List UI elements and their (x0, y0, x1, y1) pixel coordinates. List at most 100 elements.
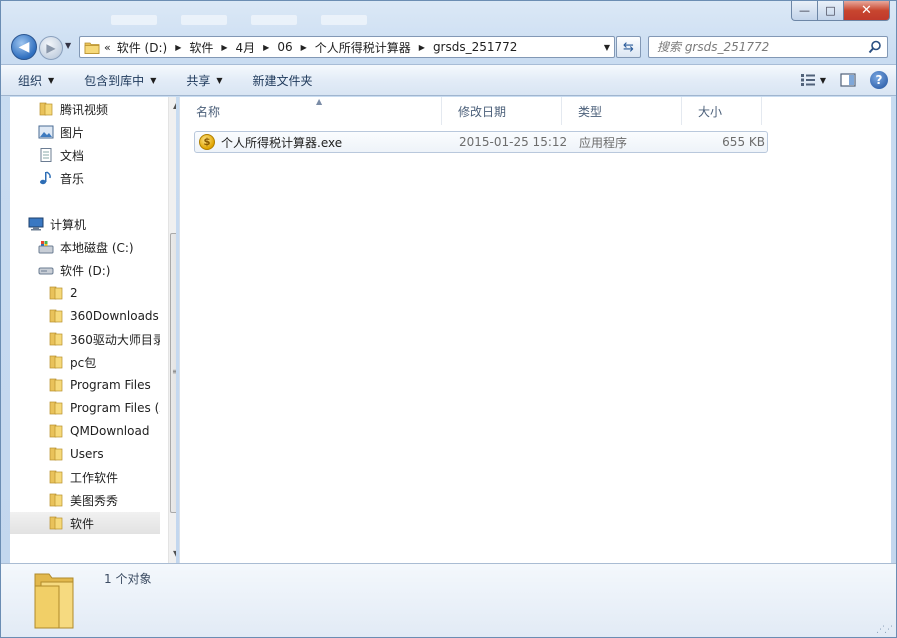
minimize-icon: — (799, 4, 810, 17)
breadcrumb-item[interactable]: 软件 (189, 39, 213, 56)
chevron-down-icon: ▼ (150, 75, 157, 85)
nav-item-label: 工作软件 (70, 470, 119, 485)
nav-item-label: 美图秀秀 (70, 493, 119, 508)
nav-item-meitu[interactable]: 美图秀秀 (10, 489, 160, 511)
details-pane: 1 个对象 ⋰⋰ (1, 563, 896, 637)
nav-item-folder-2[interactable]: 2 (10, 282, 160, 304)
nav-item-documents[interactable]: 文档 (10, 144, 160, 166)
column-header-modified[interactable]: 修改日期 (442, 97, 562, 125)
breadcrumb-chevron-icon[interactable]: ▶ (301, 43, 307, 52)
nav-item-pictures[interactable]: 图片 (10, 121, 160, 143)
chevron-down-icon: ▼ (65, 41, 72, 50)
view-options-dropdown-icon[interactable]: ▼ (820, 76, 826, 85)
folder-icon (49, 470, 63, 484)
nav-item-label: 软件 (70, 516, 95, 531)
folder-icon (49, 309, 63, 323)
breadcrumb-item[interactable]: grsds_251772 (433, 40, 517, 54)
nav-item-users[interactable]: Users (10, 443, 160, 465)
nav-item-label: 360Downloads (70, 309, 159, 323)
scroll-down-icon[interactable]: ▼ (173, 549, 176, 558)
window-controls: — □ ✕ (791, 1, 890, 21)
share-label: 共享 (186, 73, 211, 88)
help-icon[interactable]: ? (870, 71, 888, 89)
address-history-dropdown-icon[interactable]: ▼ (604, 43, 610, 52)
back-button[interactable]: ◀ (11, 34, 37, 60)
folder-icon (49, 286, 63, 300)
folder-icon (49, 516, 63, 530)
navigation-pane-scrollbar[interactable]: ▲ ≡ ▼ (168, 97, 176, 563)
breadcrumb-chevron-icon[interactable]: ▶ (419, 43, 425, 52)
view-options-icon[interactable] (800, 73, 816, 87)
refresh-button[interactable]: ⇆ (616, 36, 641, 58)
nav-item-program-files-x86[interactable]: Program Files (x86) (10, 397, 160, 419)
folder-icon (49, 332, 63, 346)
recent-pages-dropdown[interactable]: ▼ (65, 41, 71, 50)
ghost-tab (251, 15, 297, 25)
nav-item-program-files[interactable]: Program Files (10, 374, 160, 396)
arrow-left-icon: ◀ (18, 39, 30, 55)
breadcrumb-chevron-icon[interactable]: ▶ (175, 43, 181, 52)
drive-icon (38, 267, 54, 275)
breadcrumb-item[interactable]: 个人所得税计算器 (315, 39, 411, 56)
organize-button[interactable]: 组织 ▼ (18, 72, 54, 89)
folder-icon (84, 42, 100, 54)
search-icon[interactable] (868, 40, 882, 54)
new-folder-button[interactable]: 新建文件夹 (253, 72, 313, 89)
nav-item-360-driver-master[interactable]: 360驱动大师目录 (10, 328, 160, 350)
chevron-down-icon: ▼ (48, 75, 55, 85)
nav-item-label: Program Files (x86) (70, 401, 160, 415)
folder-icon (49, 378, 63, 392)
breadcrumb-overflow-button[interactable]: « (104, 41, 111, 54)
new-folder-label: 新建文件夹 (252, 73, 313, 88)
share-button[interactable]: 共享 ▼ (186, 72, 222, 89)
command-bar: 组织 ▼ 包含到库中 ▼ 共享 ▼ 新建文件夹 ▼ ? (1, 64, 896, 96)
breadcrumb-chevron-icon[interactable]: ▶ (221, 43, 227, 52)
close-button[interactable]: ✕ (844, 1, 890, 21)
file-row[interactable]: $ 个人所得税计算器.exe 2015-01-25 15:12 应用程序 655… (194, 131, 768, 153)
column-header-size[interactable]: 大小 (682, 97, 762, 125)
forward-button[interactable]: ▶ (39, 36, 63, 60)
column-header-name[interactable]: 名称 (180, 97, 442, 125)
music-icon (40, 171, 51, 185)
nav-item-music[interactable]: 音乐 (10, 167, 160, 189)
address-bar[interactable]: « 软件 (D:) ▶ 软件 ▶ 4月 ▶ 06 ▶ 个人所得税计算器 ▶ gr… (79, 36, 615, 58)
breadcrumb-chevron-icon[interactable]: ▶ (263, 43, 269, 52)
folder-icon (49, 355, 63, 369)
nav-item-label: 腾讯视频 (60, 102, 109, 117)
maximize-button[interactable]: □ (818, 1, 844, 21)
nav-item-drive-d[interactable]: 软件 (D:) (10, 259, 160, 281)
scrollbar-grip-icon: ≡ (172, 367, 176, 376)
column-header-type[interactable]: 类型 (562, 97, 682, 125)
nav-item-computer[interactable]: 计算机 (10, 213, 160, 235)
file-modified: 2015-01-25 15:12 (459, 135, 568, 149)
explorer-window: — □ ✕ ◀ ▶ ▼ « 软件 (D:) ▶ 软件 ▶ 4月 ▶ 06 ▶ 个… (0, 0, 897, 638)
resize-grip-icon[interactable]: ⋰⋰ (876, 625, 893, 635)
scroll-up-icon[interactable]: ▲ (173, 101, 176, 110)
nav-item-label: Users (70, 447, 104, 461)
file-type: 应用程序 (579, 135, 628, 150)
nav-item-tencent-video[interactable]: 腾讯视频 (10, 98, 160, 120)
folder-icon (49, 493, 63, 507)
nav-item-qmdownload[interactable]: QMDownload (10, 420, 160, 442)
preview-pane-icon[interactable] (840, 73, 856, 87)
nav-item-software[interactable]: 软件 (10, 512, 160, 534)
maximize-icon: □ (825, 4, 836, 17)
include-in-library-button[interactable]: 包含到库中 ▼ (84, 72, 156, 89)
documents-icon (40, 148, 52, 162)
nav-item-label: 360驱动大师目录 (70, 332, 160, 347)
file-list-pane: ▲ 名称 修改日期 类型 大小 $ 个人所得税计算器.exe 2015-01-2… (179, 97, 891, 563)
nav-item-pc-package[interactable]: pc包 (10, 351, 160, 373)
nav-item-label: 2 (70, 286, 78, 300)
nav-item-360downloads[interactable]: 360Downloads (10, 305, 160, 327)
nav-item-drive-c[interactable]: 本地磁盘 (C:) (10, 236, 160, 258)
nav-item-label: 图片 (60, 125, 85, 140)
search-input[interactable] (649, 37, 859, 57)
breadcrumb-item[interactable]: 软件 (D:) (117, 39, 167, 56)
breadcrumb-item[interactable]: 06 (277, 40, 292, 54)
breadcrumb-item[interactable]: 4月 (236, 39, 256, 56)
arrow-right-icon: ▶ (46, 41, 56, 55)
file-name: 个人所得税计算器.exe (221, 135, 343, 150)
nav-item-work-software[interactable]: 工作软件 (10, 466, 160, 488)
minimize-button[interactable]: — (791, 1, 818, 21)
nav-item-label: 文档 (60, 148, 85, 163)
